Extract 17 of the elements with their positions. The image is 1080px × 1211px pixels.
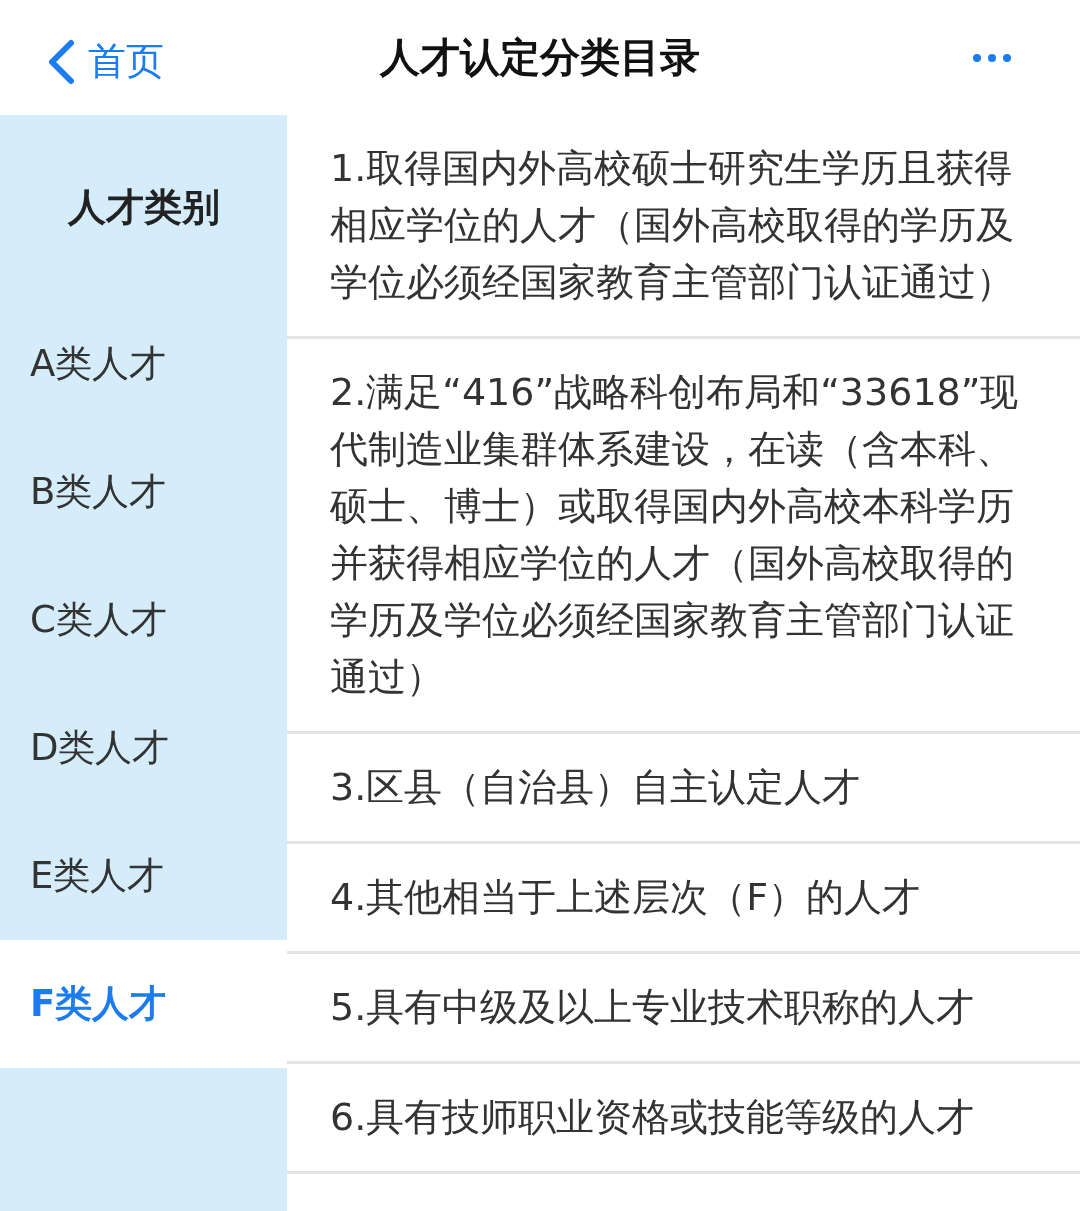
list-item-text[interactable]: 3.区县（自治县）自主认定人才 bbox=[330, 759, 1030, 816]
list-item-text[interactable]: 2.满足“416”战略科创布局和“33618”现代制造业集群体系建设，在读（含本科、硕士、博士）或取得国内外高校本科学历并获得相应学位的人才（国外高校取得的学历及学位必须经国家教育主管部门认证通过） bbox=[330, 364, 1030, 706]
category-item[interactable]: D类人才 bbox=[0, 684, 287, 812]
chevron-left-icon bbox=[46, 38, 76, 85]
more-icon[interactable] bbox=[972, 53, 1012, 63]
category-item[interactable]: A类人才 bbox=[0, 300, 287, 428]
page-title: 人才认定分类目录 bbox=[380, 33, 700, 82]
back-link[interactable]: 首页 bbox=[46, 36, 164, 87]
list-item-text[interactable]: 4.其他相当于上述层次（F）的人才 bbox=[330, 869, 1030, 926]
category-item[interactable]: E类人才 bbox=[0, 812, 287, 940]
list-item-text[interactable]: 5.具有中级及以上专业技术职称的人才 bbox=[330, 979, 1030, 1036]
category-item[interactable]: B类人才 bbox=[0, 428, 287, 556]
category-item[interactable]: F类人才 bbox=[0, 940, 287, 1068]
list-item-text[interactable]: 1.取得国内外高校硕士研究生学历且获得相应学位的人才（国外高校取得的学历及学位必须经国家教育主管部门认证通过） bbox=[330, 140, 1030, 311]
list-item-text[interactable]: 6.具有技师职业资格或技能等级的人才 bbox=[330, 1089, 1030, 1146]
category-item[interactable]: C类人才 bbox=[0, 556, 287, 684]
sidebar-heading: 人才类别 bbox=[67, 184, 220, 231]
